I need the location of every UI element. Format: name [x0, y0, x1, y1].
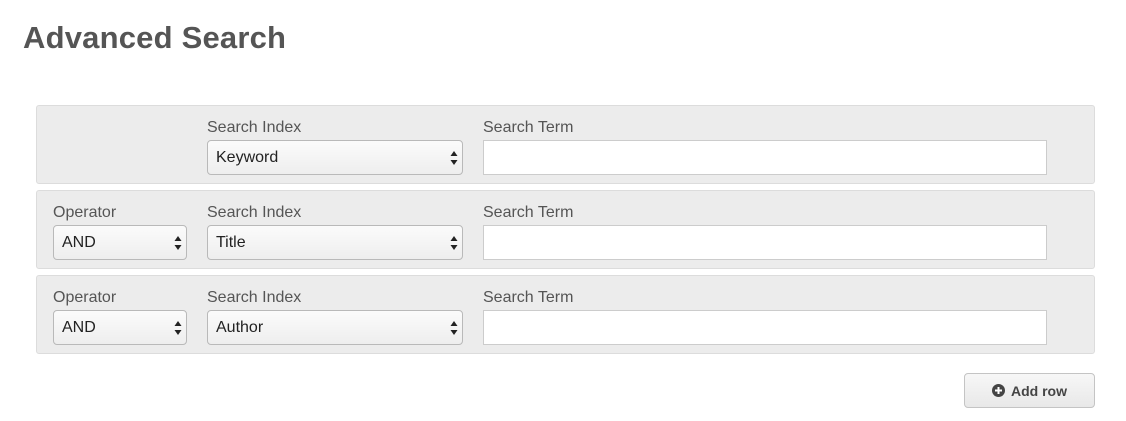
select-updown-icon	[450, 320, 458, 336]
operator-value: AND	[62, 234, 96, 251]
search-row: Search Index Search Term Keyword	[36, 105, 1095, 184]
search-term-label: Search Term	[483, 289, 574, 306]
select-updown-icon	[450, 150, 458, 166]
search-term-input[interactable]	[483, 140, 1047, 175]
operator-label: Operator	[53, 204, 117, 221]
search-rows: Search Index Search Term Keyword Operato…	[36, 105, 1095, 360]
search-term-input[interactable]	[483, 310, 1047, 345]
select-updown-icon	[174, 320, 182, 336]
search-term-label: Search Term	[483, 119, 574, 136]
search-index-select[interactable]: Author	[207, 310, 463, 345]
search-index-select[interactable]: Title	[207, 225, 463, 260]
add-row-button[interactable]: Add row	[964, 373, 1095, 408]
plus-circle-icon	[992, 384, 1005, 397]
select-updown-icon	[450, 235, 458, 251]
search-row: Operator Search Index Search Term AND Au…	[36, 275, 1095, 354]
operator-value: AND	[62, 319, 96, 336]
search-term-label: Search Term	[483, 204, 574, 221]
search-index-value: Title	[216, 234, 246, 251]
search-row: Operator Search Index Search Term AND Ti…	[36, 190, 1095, 269]
search-index-label: Search Index	[207, 289, 302, 306]
advanced-search-page: Advanced Search Search Index Search Term…	[0, 0, 1126, 421]
search-index-label: Search Index	[207, 119, 302, 136]
operator-select[interactable]: AND	[53, 310, 187, 345]
add-row-label: Add row	[1011, 382, 1067, 399]
operator-select[interactable]: AND	[53, 225, 187, 260]
search-index-label: Search Index	[207, 204, 302, 221]
operator-label: Operator	[53, 289, 117, 306]
page-title: Advanced Search	[23, 20, 287, 55]
search-term-input[interactable]	[483, 225, 1047, 260]
select-updown-icon	[174, 235, 182, 251]
search-index-select[interactable]: Keyword	[207, 140, 463, 175]
search-index-value: Keyword	[216, 149, 279, 166]
search-index-value: Author	[216, 319, 264, 336]
